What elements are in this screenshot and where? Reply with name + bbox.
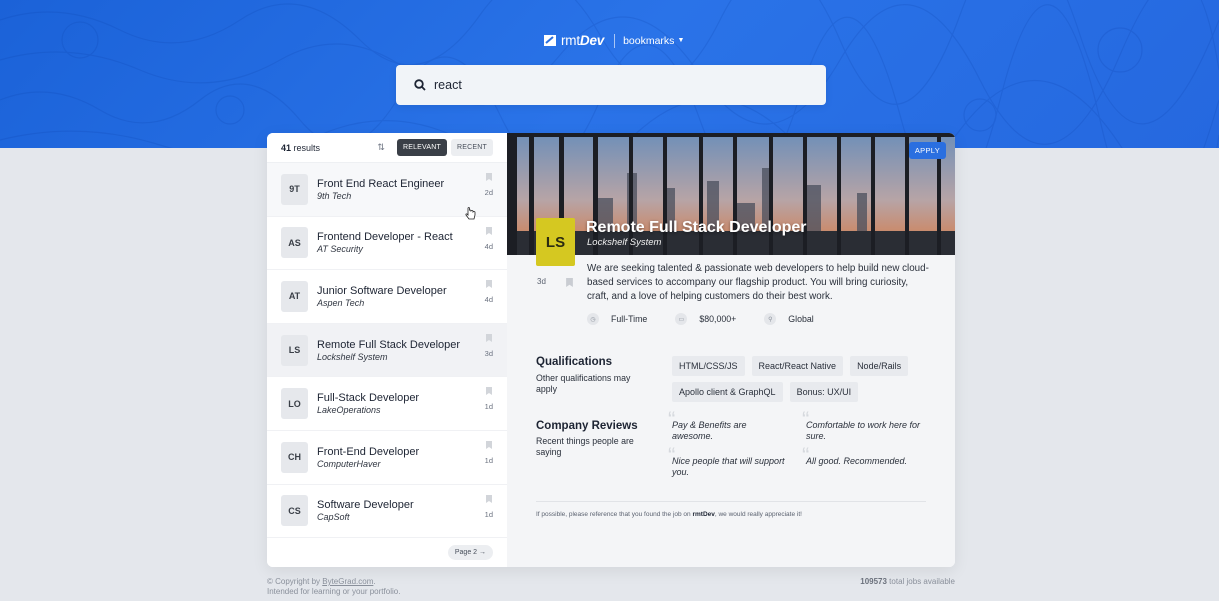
qualification-tag: HTML/CSS/JS — [672, 356, 745, 376]
clock-icon: ◷ — [587, 313, 599, 325]
qualification-tag: Bonus: UX/UI — [789, 382, 859, 402]
hero-header: rmtDev bookmarks ▼ — [0, 0, 1219, 148]
qualifications-subtitle: Other qualifications may apply — [536, 373, 631, 394]
logo-text: rmtDev — [561, 33, 605, 48]
main-container: 41 results ⇅ RELEVANT RECENT 9T Front En… — [267, 133, 955, 567]
location-text: Global — [788, 314, 814, 324]
detail-company: Lockshelf System — [587, 237, 662, 248]
qualification-tag: Node/Rails — [850, 356, 909, 376]
job-age: 1d — [484, 402, 493, 412]
job-age: 3d — [484, 348, 493, 358]
job-title: Junior Software Developer — [317, 284, 447, 297]
salary-text: $80,000+ — [699, 314, 737, 324]
job-item[interactable]: AS Frontend Developer - React AT Securit… — [267, 217, 507, 271]
job-company: LakeOperations — [317, 405, 381, 416]
review-item: “ Nice people that will support you. — [668, 443, 785, 478]
search-input[interactable] — [434, 78, 794, 92]
sort-relevant-button[interactable]: RELEVANT — [396, 139, 448, 156]
job-badge: CS — [281, 495, 308, 527]
job-title: Software Developer — [317, 499, 414, 512]
job-item[interactable]: AT Junior Software Developer Aspen Tech … — [267, 270, 507, 324]
duration-text: Full-Time — [611, 314, 648, 324]
job-company: 9th Tech — [317, 190, 352, 201]
review-item: “ All good. Recommended. — [802, 443, 908, 468]
apply-button[interactable]: APPLY — [908, 142, 946, 159]
sort-icon: ⇅ — [377, 142, 385, 152]
review-item: “ Comfortable to work here for sure. — [802, 407, 921, 442]
detail-job-title: Remote Full Stack Developer — [586, 219, 807, 236]
results-count: 41 results — [281, 142, 321, 153]
bytegrad-link[interactable]: ByteGrad.com — [322, 577, 373, 586]
job-item-active[interactable]: LS Remote Full Stack Developer Lockshelf… — [267, 323, 507, 378]
total-jobs: 109573 total jobs available — [860, 577, 955, 586]
money-icon: ▭ — [675, 313, 688, 325]
job-badge: LS — [281, 334, 308, 366]
job-age: 1d — [484, 455, 493, 465]
logo-icon — [544, 35, 556, 46]
bookmarks-label: bookmarks — [623, 34, 675, 47]
bookmark-icon[interactable] — [485, 387, 492, 396]
bookmark-icon[interactable] — [485, 333, 492, 342]
job-badge: CH — [281, 441, 308, 473]
divider — [536, 501, 926, 502]
qualifications-title: Qualifications — [536, 356, 613, 368]
qualification-tag: Apollo client & GraphQL — [672, 382, 783, 402]
job-company: AT Security — [317, 244, 363, 255]
bookmark-icon[interactable] — [485, 494, 492, 503]
bookmark-icon[interactable] — [485, 226, 492, 235]
job-company: Aspen Tech — [317, 297, 365, 308]
search-icon — [414, 79, 426, 91]
job-age: 4d — [484, 295, 493, 305]
search-form — [396, 65, 826, 105]
bookmark-icon[interactable] — [566, 278, 573, 287]
job-meta-row: ◷ Full-Time ▭ $80,000+ ⚲ Global — [587, 313, 842, 325]
job-title: Remote Full Stack Developer — [317, 338, 461, 351]
job-title: Front-End Developer — [317, 445, 420, 458]
company-badge: LS — [536, 218, 575, 266]
job-item[interactable]: LO Full-Stack Developer LakeOperations 1… — [267, 377, 507, 431]
detail-age: 3d — [537, 277, 546, 286]
job-company: CapSoft — [317, 512, 350, 523]
pagination-next-button[interactable]: Page 2 → — [447, 545, 493, 560]
reviews-subtitle: Recent things people are saying — [536, 436, 634, 457]
bookmark-icon[interactable] — [485, 440, 492, 449]
job-company: Lockshelf System — [317, 351, 388, 362]
bookmark-icon[interactable] — [485, 173, 492, 181]
job-badge: AS — [281, 227, 308, 259]
job-description: We are seeking talented & passionate web… — [587, 263, 929, 302]
reviews-title: Company Reviews — [536, 420, 638, 432]
job-badge: AT — [281, 280, 308, 312]
job-details: APPLY LS Remote Full Stack Developer Loc… — [507, 133, 955, 567]
reference-note: If possible, please reference that you f… — [536, 511, 802, 518]
copyright: © Copyright by ByteGrad.com. Intended fo… — [267, 577, 401, 596]
job-title: Front End React Engineer — [317, 177, 445, 190]
bookmark-icon[interactable] — [485, 280, 492, 289]
salary-item: ▭ $80,000+ — [675, 313, 736, 325]
review-item: “ Pay & Benefits are awesome. — [668, 407, 747, 442]
sidebar: 41 results ⇅ RELEVANT RECENT 9T Front En… — [267, 133, 507, 567]
job-company: ComputerHaver — [317, 458, 381, 469]
intended-note: Intended for learning or your portfolio. — [267, 587, 401, 596]
job-age: 2d — [484, 188, 493, 197]
duration-item: ◷ Full-Time — [587, 313, 647, 325]
logo[interactable]: rmtDev bookmarks ▼ — [543, 33, 684, 48]
job-item[interactable]: CS Software Developer CapSoft 1d — [267, 485, 507, 539]
job-age: 4d — [484, 241, 493, 251]
sidebar-top: 41 results ⇅ RELEVANT RECENT — [267, 133, 507, 163]
bookmarks-button[interactable]: bookmarks ▼ — [623, 35, 684, 47]
job-item[interactable]: CH Front-End Developer ComputerHaver 1d — [267, 431, 507, 485]
job-age: 1d — [484, 509, 493, 519]
hand-cursor-icon — [465, 207, 476, 220]
logo-divider — [614, 33, 616, 48]
location-item: ⚲ Global — [764, 313, 814, 325]
job-badge: LO — [281, 388, 308, 420]
job-badge: 9T — [281, 173, 308, 205]
location-pin-icon: ⚲ — [764, 313, 777, 325]
caret-down-icon: ▼ — [677, 37, 685, 44]
sort-recent-button[interactable]: RECENT — [451, 139, 493, 156]
job-title: Frontend Developer - React — [317, 231, 453, 244]
job-title: Full-Stack Developer — [317, 392, 420, 405]
qualification-tag: React/React Native — [751, 356, 844, 376]
qualifications-list: HTML/CSS/JS React/React Native Node/Rail… — [672, 356, 932, 408]
